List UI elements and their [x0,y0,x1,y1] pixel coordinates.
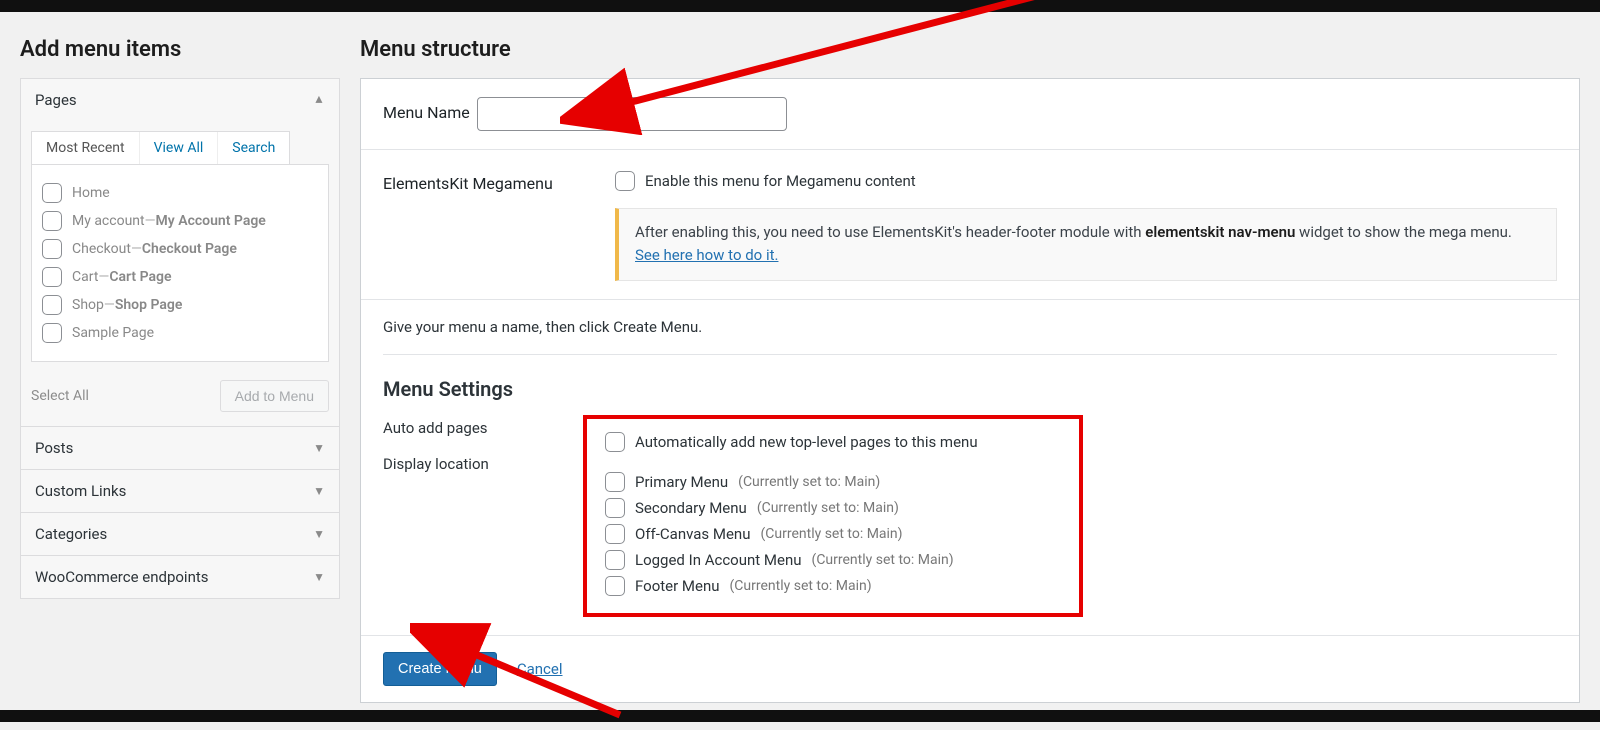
location-footer-current: (Currently set to: Main) [730,578,872,594]
page-suffix: My Account Page [156,213,266,229]
location-offcanvas-label: Off-Canvas Menu [635,525,750,543]
location-primary-checkbox[interactable] [605,472,625,492]
top-black-bar [0,0,1600,12]
accordion-pages-title: Pages [35,91,77,109]
page-item: Sample Page [42,319,318,347]
page-suffix: Cart Page [109,269,171,285]
chevron-down-icon: ▼ [313,570,325,584]
megamenu-enable-checkbox[interactable] [615,171,635,191]
page-label: Sample Page [72,325,154,341]
location-secondary-label: Secondary Menu [635,499,747,517]
location-loggedin-label: Logged In Account Menu [635,551,802,569]
page-label: My account [72,213,145,229]
main-heading: Menu structure [360,37,1580,62]
page-item: Home [42,179,318,207]
add-to-menu-button[interactable]: Add to Menu [220,380,329,412]
chevron-up-icon: ▼ [313,93,325,107]
accordion-categories-title: Categories [35,525,107,543]
location-secondary-current: (Currently set to: Main) [757,500,899,516]
tab-search[interactable]: Search [217,132,289,164]
megamenu-help-link[interactable]: See here how to do it. [635,246,778,264]
page-label: Home [72,185,110,201]
create-menu-button[interactable]: Create Menu [383,652,497,686]
location-loggedin-current: (Currently set to: Main) [812,552,954,568]
menu-settings-heading: Menu Settings [383,377,1557,401]
megamenu-enable-label: Enable this menu for Megamenu content [645,172,916,190]
page-checkbox[interactable] [42,183,62,203]
chevron-down-icon: ▼ [313,484,325,498]
menu-name-input[interactable] [477,97,787,131]
location-offcanvas-current: (Currently set to: Main) [760,526,902,542]
menu-name-label: Menu Name [383,97,477,122]
accordion-woo[interactable]: WooCommerce endpoints ▼ [20,555,340,599]
auto-add-pages-label: Auto add pages [383,415,583,437]
accordion-pages: Pages ▼ Most Recent View All Search Home [20,78,340,427]
page-suffix: Checkout Page [142,241,237,257]
location-footer-checkbox[interactable] [605,576,625,596]
location-primary-label: Primary Menu [635,473,728,491]
menu-structure-panel: Menu structure Menu Name ElementsKit Meg… [360,12,1580,710]
page-item: Shop — Shop Page [42,291,318,319]
add-menu-items-sidebar: Add menu items Pages ▼ Most Recent View … [20,12,360,710]
page-item: Cart — Cart Page [42,263,318,291]
chevron-down-icon: ▼ [313,527,325,541]
page-label: Cart [72,269,98,285]
page-item: My account — My Account Page [42,207,318,235]
instruction-text: Give your menu a name, then click Create… [383,318,1557,336]
auto-add-checkbox[interactable] [605,432,625,452]
location-offcanvas-checkbox[interactable] [605,524,625,544]
page-item: Checkout — Checkout Page [42,235,318,263]
chevron-down-icon: ▼ [313,441,325,455]
page-checkbox[interactable] [42,323,62,343]
page-checkbox[interactable] [42,211,62,231]
location-loggedin-checkbox[interactable] [605,550,625,570]
accordion-posts-title: Posts [35,439,73,457]
page-checkbox[interactable] [42,267,62,287]
accordion-categories[interactable]: Categories ▼ [20,512,340,556]
location-secondary-checkbox[interactable] [605,498,625,518]
pages-list: Home My account — My Account Page Checko… [31,164,329,362]
accordion-custom-links-title: Custom Links [35,482,126,500]
settings-highlight-box: Automatically add new top-level pages to… [583,415,1083,617]
accordion-posts[interactable]: Posts ▼ [20,426,340,470]
bottom-black-bar [0,710,1600,722]
megamenu-notice: After enabling this, you need to use Ele… [615,208,1557,281]
page-label: Shop [72,297,104,313]
pages-tabs: Most Recent View All Search [31,131,290,164]
select-all-link[interactable]: Select All [31,388,89,404]
tab-most-recent[interactable]: Most Recent [32,132,139,164]
display-location-label: Display location [383,437,583,473]
page-checkbox[interactable] [42,239,62,259]
accordion-pages-header[interactable]: Pages ▼ [21,79,339,121]
sidebar-heading: Add menu items [20,37,340,62]
location-primary-current: (Currently set to: Main) [738,474,880,490]
page-checkbox[interactable] [42,295,62,315]
auto-add-desc: Automatically add new top-level pages to… [635,433,978,451]
accordion-woo-title: WooCommerce endpoints [35,568,209,586]
cancel-link[interactable]: Cancel [517,660,563,678]
page-label: Checkout [72,241,131,257]
location-footer-label: Footer Menu [635,577,720,595]
megamenu-title: ElementsKit Megamenu [383,168,615,193]
tab-view-all[interactable]: View All [139,132,218,164]
accordion-custom-links[interactable]: Custom Links ▼ [20,469,340,513]
page-suffix: Shop Page [115,297,183,313]
